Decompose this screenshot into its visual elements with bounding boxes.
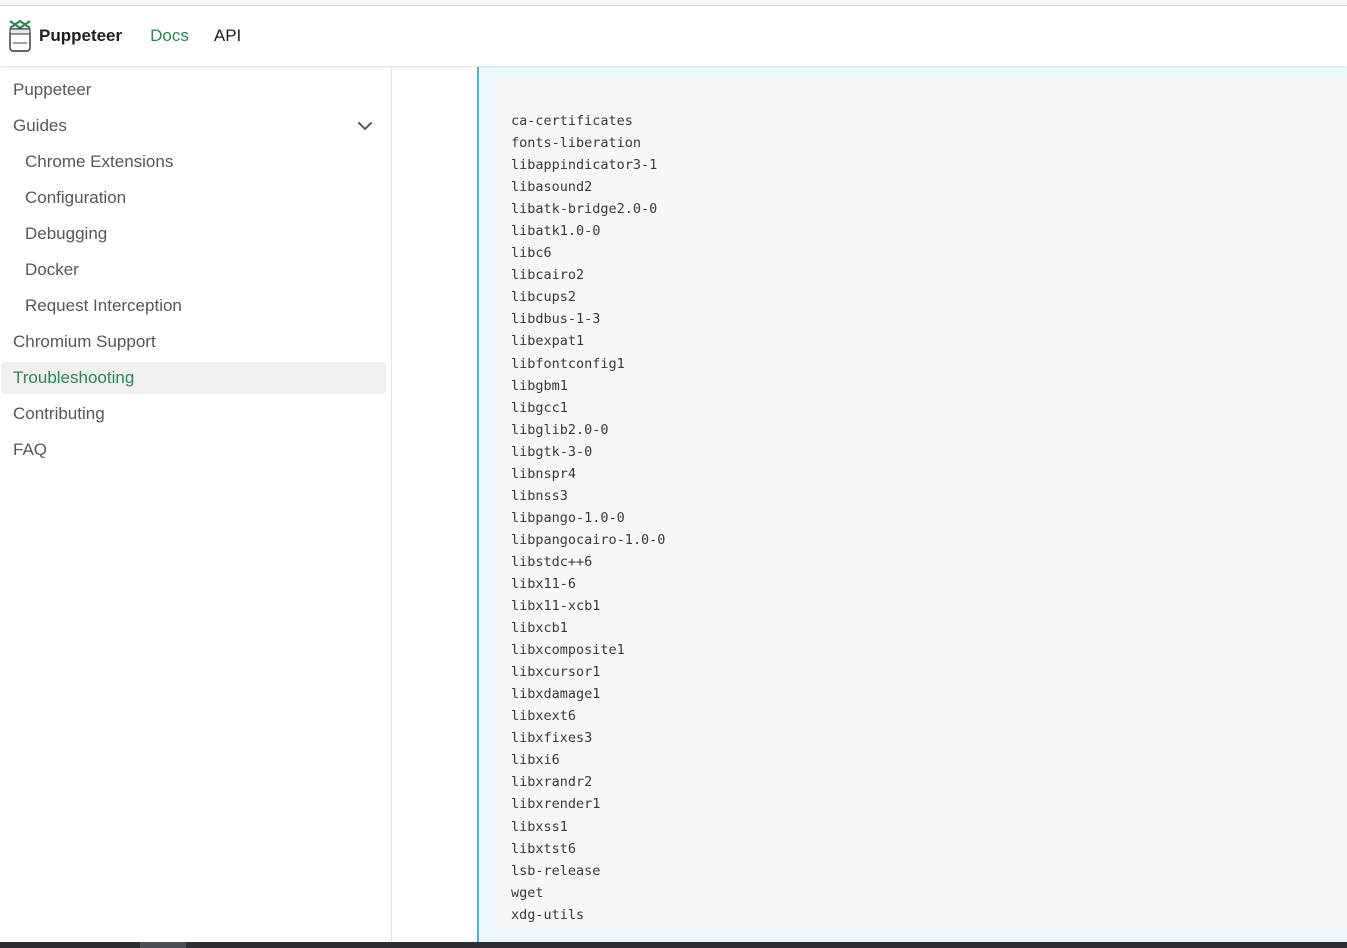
- nav-link-docs[interactable]: Docs: [150, 26, 189, 46]
- code-line: lsb-release: [511, 862, 601, 879]
- code-line: libpango-1.0-0: [511, 509, 625, 526]
- code-block[interactable]: ca-certificates fonts-liberation libappi…: [495, 79, 1347, 927]
- chevron-down-icon[interactable]: [356, 117, 374, 135]
- code-line: libxdamage1: [511, 686, 601, 703]
- code-line: libxcomposite1: [511, 642, 625, 659]
- sidebar-item-troubleshooting[interactable]: Troubleshooting: [1, 362, 386, 394]
- code-line: xdg-utils: [511, 906, 585, 923]
- sidebar-item-puppeteer[interactable]: Puppeteer: [1, 74, 386, 106]
- code-line: libxcursor1: [511, 664, 601, 681]
- code-line: wget: [511, 884, 544, 901]
- sidebar-item-debugging[interactable]: Debugging: [1, 218, 386, 250]
- code-line: libxcb1: [511, 620, 568, 637]
- sidebar-item-label: Request Interception: [25, 296, 182, 315]
- code-line: ca-certificates: [511, 113, 633, 129]
- code-line: fonts-liberation: [511, 135, 642, 152]
- code-line: libgbm1: [511, 377, 568, 394]
- nav-link-api[interactable]: API: [214, 26, 241, 46]
- sidebar-item-label: Debugging: [25, 224, 108, 243]
- brand-title: Puppeteer: [39, 26, 123, 45]
- sidebar-item-docker[interactable]: Docker: [1, 254, 386, 286]
- main-content: ca-certificates fonts-liberation libappi…: [393, 67, 1347, 942]
- puppeteer-logo-icon: [9, 19, 31, 52]
- code-line: libgcc1: [511, 399, 568, 416]
- sidebar-item-guides[interactable]: Guides: [1, 110, 386, 142]
- sidebar-item-label: Troubleshooting: [13, 368, 135, 387]
- code-line: libnspr4: [511, 465, 577, 482]
- sidebar: Puppeteer Guides Chrome Extensions Confi…: [0, 67, 392, 942]
- code-line: libx11-6: [511, 575, 577, 592]
- sidebar-item-chromium-support[interactable]: Chromium Support: [1, 326, 386, 358]
- sidebar-item-label: Guides: [13, 116, 67, 135]
- code-line: libxtst6: [511, 840, 577, 857]
- code-line: libpangocairo-1.0-0: [511, 531, 666, 548]
- code-line: libxrandr2: [511, 774, 593, 791]
- code-line: libxrender1: [511, 796, 601, 813]
- code-line: libnss3: [511, 487, 568, 504]
- code-line: libgtk-3-0: [511, 443, 593, 460]
- code-line: libasound2: [511, 179, 593, 196]
- code-line: libstdc++6: [511, 553, 593, 570]
- code-line: libxfixes3: [511, 730, 593, 747]
- sidebar-item-label: Docker: [25, 260, 79, 279]
- sidebar-item-configuration[interactable]: Configuration: [1, 182, 386, 214]
- sidebar-item-chrome-extensions[interactable]: Chrome Extensions: [1, 146, 386, 178]
- sidebar-item-label: Chrome Extensions: [25, 152, 174, 171]
- code-line: libcups2: [511, 289, 577, 306]
- code-line: libxext6: [511, 708, 577, 725]
- sidebar-item-contributing[interactable]: Contributing: [1, 398, 386, 430]
- sidebar-item-label: Chromium Support: [13, 332, 156, 351]
- info-admonition: ca-certificates fonts-liberation libappi…: [477, 67, 1347, 942]
- code-line: libexpat1: [511, 333, 585, 350]
- brand-link[interactable]: Puppeteer: [8, 19, 122, 53]
- code-line: libdbus-1-3: [511, 311, 601, 328]
- scrollbar-thumb[interactable]: [140, 942, 186, 948]
- code-line: libc6: [511, 245, 552, 262]
- code-line: libatk1.0-0: [511, 223, 601, 240]
- code-line: libx11-xcb1: [511, 598, 601, 615]
- code-line: libcairo2: [511, 267, 585, 284]
- horizontal-scrollbar[interactable]: [0, 942, 1347, 948]
- code-line: libatk-bridge2.0-0: [511, 201, 658, 218]
- sidebar-item-request-interception[interactable]: Request Interception: [1, 290, 386, 322]
- code-line: libxss1: [511, 818, 568, 835]
- navbar: Puppeteer Docs API: [0, 6, 1347, 66]
- sidebar-item-label: Configuration: [25, 188, 127, 207]
- sidebar-item-label: FAQ: [13, 440, 48, 459]
- sidebar-item-faq[interactable]: FAQ: [1, 434, 386, 466]
- sidebar-item-label: Contributing: [13, 404, 105, 423]
- code-line: libfontconfig1: [511, 355, 625, 372]
- code-line: libappindicator3-1: [511, 157, 658, 174]
- sidebar-item-label: Puppeteer: [13, 80, 92, 99]
- code-line: libxi6: [511, 752, 560, 769]
- code-line: libglib2.0-0: [511, 421, 609, 438]
